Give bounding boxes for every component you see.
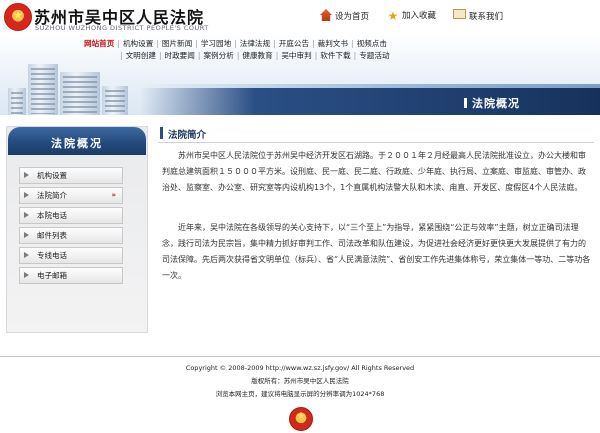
sidebar-item-court-phone[interactable]: 本院电话: [19, 207, 123, 224]
sidebar-item-mail-list[interactable]: 邮件列表: [19, 227, 123, 244]
add-favorite-link[interactable]: ★ 加入收藏: [387, 9, 436, 23]
triangle-bullet-icon: [24, 252, 29, 258]
footer-divider: [0, 356, 600, 357]
main-content: 法院简介 苏州市吴中区人民法院位于苏州吴中经济开发区石湖路。于２００１年２月经最…: [158, 126, 594, 336]
resolution-hint: 浏览本网主页，建议将电脑显示屏的分辨率调为1024*768: [215, 390, 385, 398]
sidebar-item-label: 专线电话: [37, 251, 67, 260]
section-marker: [160, 127, 163, 139]
triangle-bullet-icon: [24, 172, 29, 178]
home-icon: [320, 9, 332, 21]
sidebar-item-label: 法院简介: [37, 191, 67, 200]
triangle-bullet-icon: [24, 232, 29, 238]
nav-laws[interactable]: 法律法规: [240, 39, 270, 48]
top-links: 设为首页 ★ 加入收藏 联系我们: [320, 9, 600, 25]
nav-downloads[interactable]: 软件下载: [320, 51, 350, 60]
banner-section-label: 法院概况: [464, 95, 520, 111]
sidebar-item-email[interactable]: 电子邮箱: [19, 267, 123, 284]
sidebar-header: 法院概况: [8, 127, 146, 155]
nav-videos[interactable]: 视频点击: [357, 39, 387, 48]
intro-paragraph-1: 苏州市吴中区人民法院位于苏州吴中经济开发区石湖路。于２００１年２月经最高人民法院…: [162, 151, 586, 192]
section-title: 法院简介: [168, 130, 207, 141]
court-seal-icon: [289, 407, 313, 431]
star-icon: ★: [387, 9, 399, 23]
sidebar-title: 法院概况: [51, 137, 103, 150]
sidebar-item-label: 机构设置: [37, 171, 67, 180]
nav-hearing-notices[interactable]: 开庭公告: [279, 39, 309, 48]
banner-stripe: [140, 84, 600, 115]
site-subtitle: SUZHOU WUZHONG DISTRICT PEOPLE'S COURT: [35, 24, 209, 32]
contact-us-link[interactable]: 联系我们: [453, 9, 503, 24]
nav-politics-news[interactable]: 时政要闻: [165, 51, 195, 60]
triangle-bullet-icon: [24, 192, 29, 198]
triangle-bullet-icon: [24, 272, 29, 278]
court-emblem-icon: [4, 3, 32, 31]
nav-row-1: 网站首页 | 机构设置 | 图片新闻 | 学习园地 | 法律法规 | 开庭公告 | 裁判文书 | 视频点击: [84, 39, 387, 48]
nav-photo-news[interactable]: 图片新闻: [162, 39, 192, 48]
site-footer: Copyright © 2008-2009 http://www.wz.sz.j…: [0, 362, 600, 401]
sidebar-item-hotline[interactable]: 专线电话: [19, 247, 123, 264]
sidebar-item-label: 邮件列表: [37, 231, 67, 240]
sidebar-menu: 机构设置 法院简介 » 本院电话 邮件列表 专线电话 电子邮箱: [19, 167, 123, 287]
active-chevron-icon: »: [111, 191, 116, 199]
nav-organization[interactable]: 机构设置: [123, 39, 153, 48]
nav-learning[interactable]: 学习园地: [201, 39, 231, 48]
contact-us-label: 联系我们: [469, 12, 504, 22]
add-favorite-label: 加入收藏: [402, 11, 437, 21]
sidebar-item-label: 电子邮箱: [37, 271, 67, 280]
sidebar-item-court-intro[interactable]: 法院简介 »: [19, 187, 123, 204]
nav-health[interactable]: 健康教育: [242, 51, 272, 60]
left-sidebar: 法院概况 机构设置 法院简介 » 本院电话 邮件列表 专线电话 电子邮箱: [6, 126, 148, 333]
set-homepage-link[interactable]: 设为首页: [320, 9, 369, 24]
nav-judgments[interactable]: 裁判文书: [318, 39, 348, 48]
sidebar-item-organization[interactable]: 机构设置: [19, 167, 123, 184]
page: 苏州市吴中区人民法院 SUZHOU WUZHONG DISTRICT PEOPL…: [0, 0, 600, 433]
set-homepage-label: 设为首页: [335, 12, 370, 22]
nav-home[interactable]: 网站首页: [84, 39, 114, 48]
triangle-bullet-icon: [24, 212, 29, 218]
nav-wuzhong-trials[interactable]: 吴中审判: [281, 51, 311, 60]
court-building-image: [0, 56, 140, 115]
site-header: 苏州市吴中区人民法院 SUZHOU WUZHONG DISTRICT PEOPL…: [0, 0, 600, 115]
sidebar-item-label: 本院电话: [37, 211, 67, 220]
section-header: 法院简介: [158, 126, 594, 143]
mail-icon: [453, 9, 466, 19]
copyright-text: Copyright © 2008-2009 http://www.wz.sz.j…: [185, 364, 415, 372]
owner-text: 版权所有：苏州市吴中区人民法院: [251, 377, 349, 385]
nav-case-analysis[interactable]: 案例分析: [203, 51, 233, 60]
intro-paragraph-2: 近年来，吴中法院在各级领导的关心支持下，以“三个至上”为指导，紧紧围绕“公正与效…: [162, 223, 591, 280]
nav-special-events[interactable]: 专题活动: [359, 51, 389, 60]
